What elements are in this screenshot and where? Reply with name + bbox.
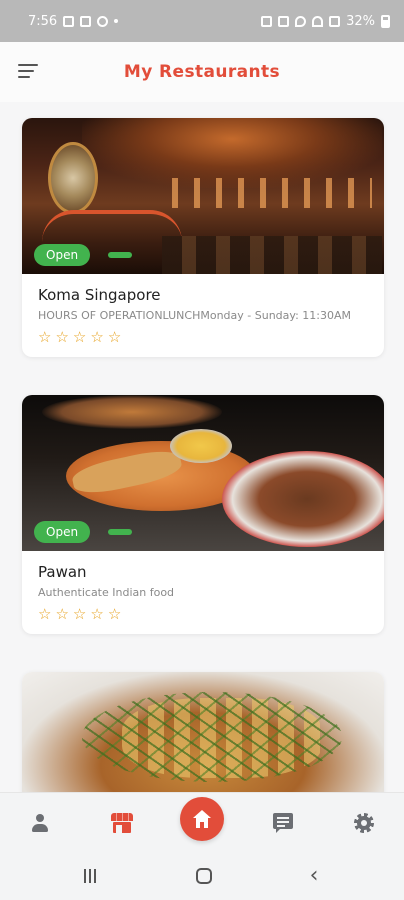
status-left: 7:56 (28, 13, 119, 29)
open-status-badge: Open (34, 521, 91, 543)
restaurant-name[interactable]: Koma Singapore (38, 286, 368, 304)
system-home-button[interactable] (192, 864, 216, 888)
back-button[interactable]: ‹ (302, 864, 326, 888)
app-notification-icon (80, 15, 92, 27)
system-navigation-bar: ‹ (0, 852, 404, 900)
nav-settings[interactable] (346, 805, 382, 841)
star-icon: ☆ (72, 605, 87, 623)
restaurant-description: Authenticate Indian food (38, 586, 175, 599)
rating-stars: ☆ ☆ ☆ ☆ ☆ (38, 330, 368, 345)
mute-icon (278, 15, 290, 27)
app-header: My Restaurants (0, 42, 404, 102)
status-bar: 7:56 32% (0, 0, 404, 42)
restaurant-card[interactable]: Open Koma Singapore HOURS OF OPERATIONLU… (22, 118, 384, 357)
restaurant-list[interactable]: Open Koma Singapore HOURS OF OPERATIONLU… (0, 102, 404, 792)
star-icon: ☆ (90, 328, 104, 346)
recent-apps-button[interactable] (78, 864, 102, 888)
open-status-badge: Open (34, 244, 91, 266)
restaurant-photo[interactable] (22, 672, 384, 792)
star-icon: ☆ (38, 605, 52, 623)
nav-home-button[interactable] (180, 797, 224, 841)
user-icon (31, 814, 49, 832)
restaurant-card[interactable] (22, 672, 384, 792)
nav-messages[interactable] (265, 805, 301, 841)
star-icon: ☆ (55, 605, 69, 623)
star-icon: ☆ (90, 605, 104, 623)
star-icon: ☆ (72, 328, 87, 346)
battery-icon (381, 14, 390, 28)
settings-icon (354, 813, 374, 833)
restaurant-description: HOURS OF OPERATIONLUNCHMonday - Sunday: … (38, 309, 352, 322)
alarm-icon (261, 15, 273, 27)
chat-icon (273, 813, 293, 833)
home-icon (193, 810, 211, 828)
status-time: 7:56 (28, 13, 58, 29)
bottom-navigation (0, 792, 404, 852)
restaurant-info: Pawan Authenticate Indian food ☆ ☆ ☆ ☆ ☆ (22, 551, 384, 634)
image-notification-icon (63, 15, 75, 27)
star-icon: ☆ (55, 328, 69, 346)
battery-percent: 32% (346, 13, 375, 29)
restaurant-photo[interactable]: Open (22, 118, 384, 274)
star-icon: ☆ (107, 328, 122, 346)
badge-indicator (108, 252, 132, 258)
more-notifications-icon (114, 19, 119, 23)
page-title: My Restaurants (123, 62, 281, 82)
rating-stars: ☆ ☆ ☆ ☆ ☆ (38, 607, 368, 622)
star-icon: ☆ (107, 605, 122, 623)
restaurant-photo[interactable]: Open (22, 395, 384, 551)
store-icon (111, 813, 133, 833)
status-right: 32% (261, 14, 390, 29)
restaurant-card[interactable]: Open Pawan Authenticate Indian food ☆ ☆ … (22, 395, 384, 634)
phone-notification-icon (97, 15, 109, 27)
restaurant-name[interactable]: Pawan (38, 563, 368, 581)
nav-profile[interactable] (22, 805, 58, 841)
nav-restaurants[interactable] (104, 805, 140, 841)
signal-icon (329, 15, 341, 27)
restaurant-info: Koma Singapore HOURS OF OPERATIONLUNCHMo… (22, 274, 384, 357)
location-icon (295, 15, 307, 27)
badge-indicator (108, 529, 132, 535)
star-icon: ☆ (38, 328, 52, 346)
wifi-icon (312, 15, 324, 27)
